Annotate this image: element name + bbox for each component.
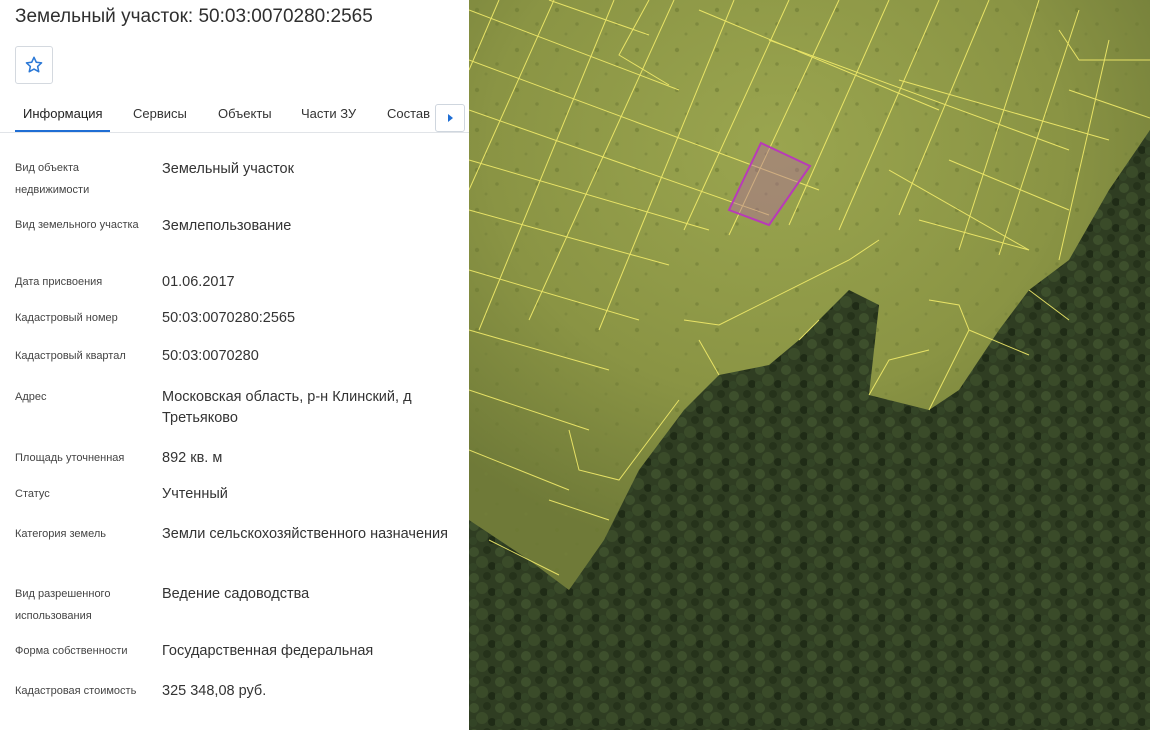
field-label: Вид разрешенного использования xyxy=(15,588,111,622)
field-label: Кадастровый квартал xyxy=(15,350,126,362)
field-value: 892 кв. м xyxy=(162,450,223,466)
field-label: Статус xyxy=(15,488,50,500)
caret-right-icon xyxy=(448,114,453,122)
field-value: 50:03:0070280:2565 xyxy=(162,310,296,326)
active-tab-indicator xyxy=(15,130,110,132)
field-label: Адрес xyxy=(15,391,47,403)
field-value: Земли сельскохозяйственного назначения xyxy=(162,526,448,542)
field-value: Государственная федеральная xyxy=(162,643,374,659)
map-view[interactable] xyxy=(469,0,1150,730)
field-label: Вид земельного участка xyxy=(15,219,139,231)
field-label: Дата присвоения xyxy=(15,276,103,288)
field-label: Вид объекта недвижимости xyxy=(15,162,90,196)
map-canvas[interactable] xyxy=(469,0,1150,730)
field-value: 50:03:0070280 xyxy=(162,348,259,364)
star-outline-icon xyxy=(25,56,43,73)
info-panel: Земельный участок: 50:03:0070280:2565 Ин… xyxy=(0,0,469,730)
tab-information[interactable]: Информация xyxy=(23,106,103,121)
tab-composition[interactable]: Состав xyxy=(387,106,430,121)
field-value: Московская область, р-н Клинский, д Трет… xyxy=(162,389,412,426)
tab-objects[interactable]: Объекты xyxy=(218,106,272,121)
field-label: Категория земель xyxy=(15,528,106,540)
field-value: Ведение садоводства xyxy=(162,586,310,602)
tab-parts[interactable]: Части ЗУ xyxy=(301,106,356,121)
field-value: 325 348,08 руб. xyxy=(162,683,267,699)
field-label: Площадь уточненная xyxy=(15,452,125,464)
page-title: Земельный участок: 50:03:0070280:2565 xyxy=(15,6,373,27)
field-value: Учтенный xyxy=(162,486,228,502)
tab-bar: Информация Сервисы Объекты Части ЗУ Сост… xyxy=(0,97,469,133)
field-label: Кадастровая стоимость xyxy=(15,685,137,697)
favorite-button[interactable] xyxy=(15,46,53,84)
field-value: 01.06.2017 xyxy=(162,274,235,290)
field-label: Форма собственности xyxy=(15,645,128,657)
tab-services[interactable]: Сервисы xyxy=(133,106,187,121)
field-value: Земельный участок xyxy=(162,161,294,177)
tabs-scroll-right-button[interactable] xyxy=(435,104,465,132)
field-value: Землепользование xyxy=(162,218,292,234)
field-label: Кадастровый номер xyxy=(15,312,118,324)
